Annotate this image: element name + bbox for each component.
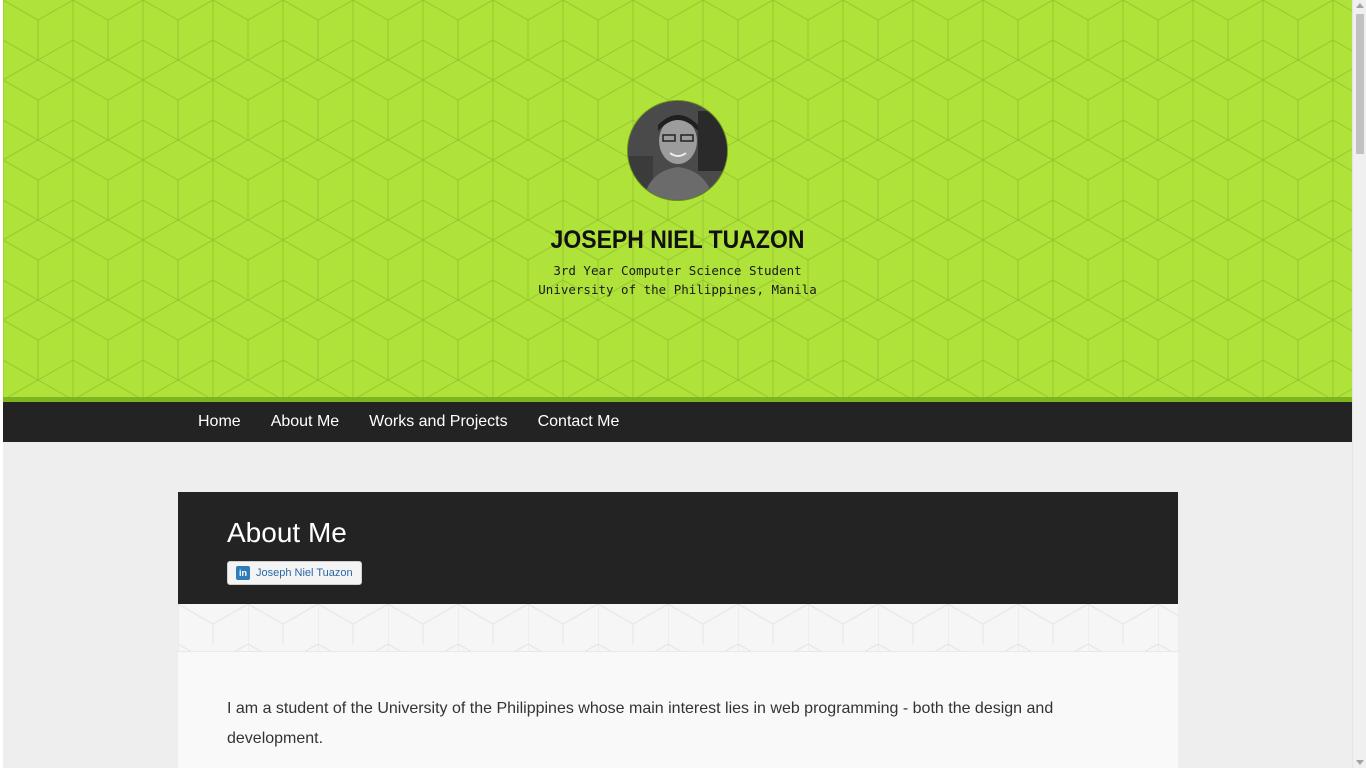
scroll-down-arrow-icon[interactable] bbox=[1356, 760, 1364, 765]
vertical-scrollbar[interactable] bbox=[1352, 0, 1366, 768]
scrollbar-thumb[interactable] bbox=[1356, 14, 1364, 154]
linkedin-label: Joseph Niel Tuazon bbox=[256, 567, 353, 579]
page: JOSEPH NIEL TUAZON 3rd Year Computer Sci… bbox=[3, 0, 1352, 768]
pattern-strip bbox=[178, 604, 1178, 652]
tagline-school: University of the Philippines, Manila bbox=[538, 282, 817, 297]
nav-about-me[interactable]: About Me bbox=[256, 402, 354, 442]
nav-home[interactable]: Home bbox=[183, 402, 256, 442]
about-card-header: About Me in Joseph Niel Tuazon bbox=[178, 492, 1178, 604]
tagline: 3rd Year Computer Science Student Univer… bbox=[3, 261, 1352, 299]
strip-pattern bbox=[178, 604, 1178, 651]
site-name: JOSEPH NIEL TUAZON bbox=[550, 226, 805, 254]
scroll-up-arrow-icon[interactable] bbox=[1356, 3, 1364, 8]
profile-photo bbox=[628, 101, 727, 200]
profile-header: JOSEPH NIEL TUAZON 3rd Year Computer Sci… bbox=[3, 100, 1352, 299]
tagline-course: 3rd Year Computer Science Student bbox=[553, 263, 802, 278]
nav-contact-me[interactable]: Contact Me bbox=[523, 402, 635, 442]
about-title: About Me bbox=[227, 517, 347, 548]
linkedin-icon: in bbox=[236, 566, 250, 580]
profile-avatar bbox=[627, 100, 728, 201]
linkedin-profile-button[interactable]: in Joseph Niel Tuazon bbox=[227, 561, 362, 585]
nav-works-and-projects[interactable]: Works and Projects bbox=[354, 402, 522, 442]
header-hero: JOSEPH NIEL TUAZON 3rd Year Computer Sci… bbox=[3, 0, 1352, 397]
about-text: I am a student of the University of the … bbox=[227, 700, 1054, 747]
about-card-body: I am a student of the University of the … bbox=[178, 652, 1178, 768]
about-card: About Me in Joseph Niel Tuazon I am a st… bbox=[178, 492, 1178, 768]
main-nav: Home About Me Works and Projects Contact… bbox=[3, 402, 1352, 442]
